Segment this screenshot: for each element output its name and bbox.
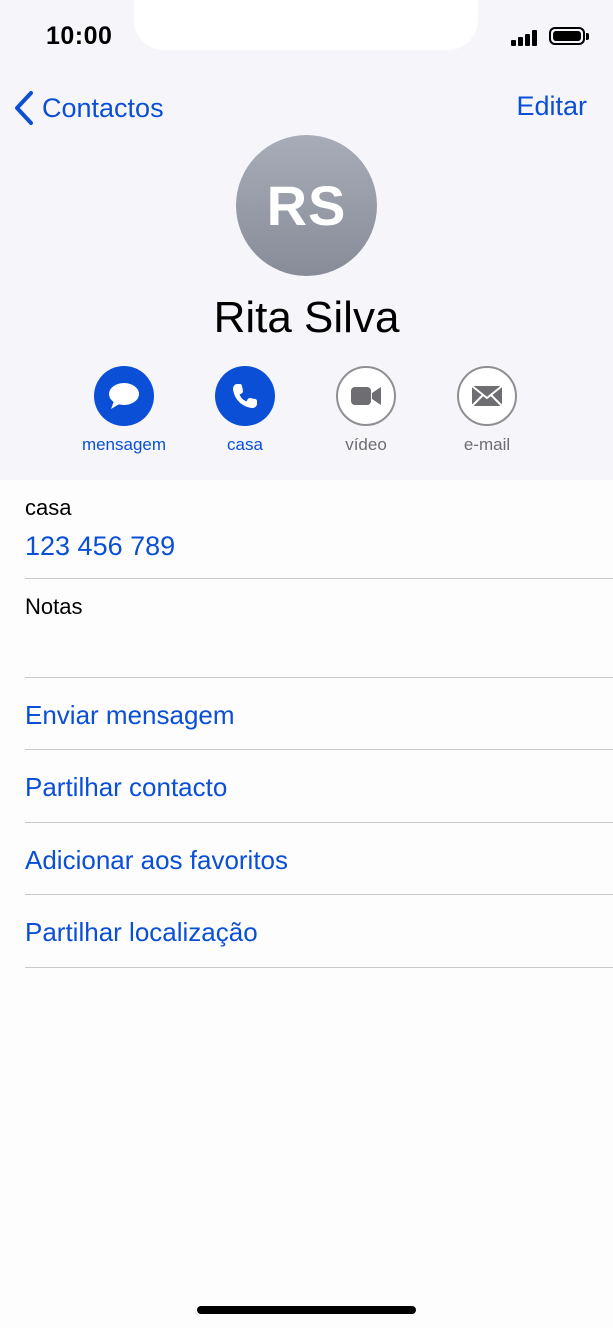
divider bbox=[25, 822, 613, 823]
call-home-action-button[interactable]: casa bbox=[195, 366, 295, 455]
video-action-label: vídeo bbox=[345, 435, 387, 454]
home-indicator[interactable] bbox=[197, 1306, 416, 1314]
divider bbox=[25, 677, 613, 678]
add-to-favorites-item[interactable]: Adicionar aos favoritos bbox=[25, 845, 288, 876]
message-action-label: mensagem bbox=[81, 435, 167, 454]
divider bbox=[25, 749, 613, 750]
divider bbox=[25, 578, 613, 579]
contact-name: Rita Silva bbox=[213, 293, 400, 342]
divider bbox=[25, 894, 613, 895]
status-time: 10:00 bbox=[46, 22, 113, 50]
back-button[interactable]: Contactos bbox=[12, 88, 164, 128]
video-action-button[interactable]: vídeo bbox=[316, 366, 416, 455]
phone-number[interactable]: 123 456 789 bbox=[25, 531, 175, 562]
send-message-item[interactable]: Enviar mensagem bbox=[25, 700, 235, 731]
chevron-left-icon bbox=[15, 91, 33, 125]
device-notch bbox=[134, 0, 478, 50]
avatar-initials: RS bbox=[266, 174, 347, 237]
notes-label[interactable]: Notas bbox=[25, 594, 82, 620]
envelope-icon bbox=[457, 366, 517, 426]
share-location-item[interactable]: Partilhar localização bbox=[25, 917, 258, 948]
phone-icon bbox=[215, 366, 275, 426]
avatar: RS bbox=[236, 135, 377, 276]
edit-button[interactable]: Editar bbox=[516, 91, 587, 122]
signal-icon bbox=[511, 30, 541, 46]
battery-tip bbox=[586, 33, 589, 40]
battery-icon bbox=[549, 27, 585, 45]
back-label: Contactos bbox=[42, 92, 164, 123]
divider bbox=[25, 967, 613, 968]
email-action-button[interactable]: e-mail bbox=[437, 366, 537, 455]
video-camera-icon bbox=[336, 366, 396, 426]
share-contact-item[interactable]: Partilhar contacto bbox=[25, 772, 227, 803]
call-home-action-label: casa bbox=[227, 435, 263, 454]
message-bubble-icon bbox=[94, 366, 154, 426]
message-action-button[interactable]: mensagem bbox=[74, 366, 174, 455]
email-action-label: e-mail bbox=[463, 435, 511, 454]
phone-label: casa bbox=[25, 495, 72, 520]
